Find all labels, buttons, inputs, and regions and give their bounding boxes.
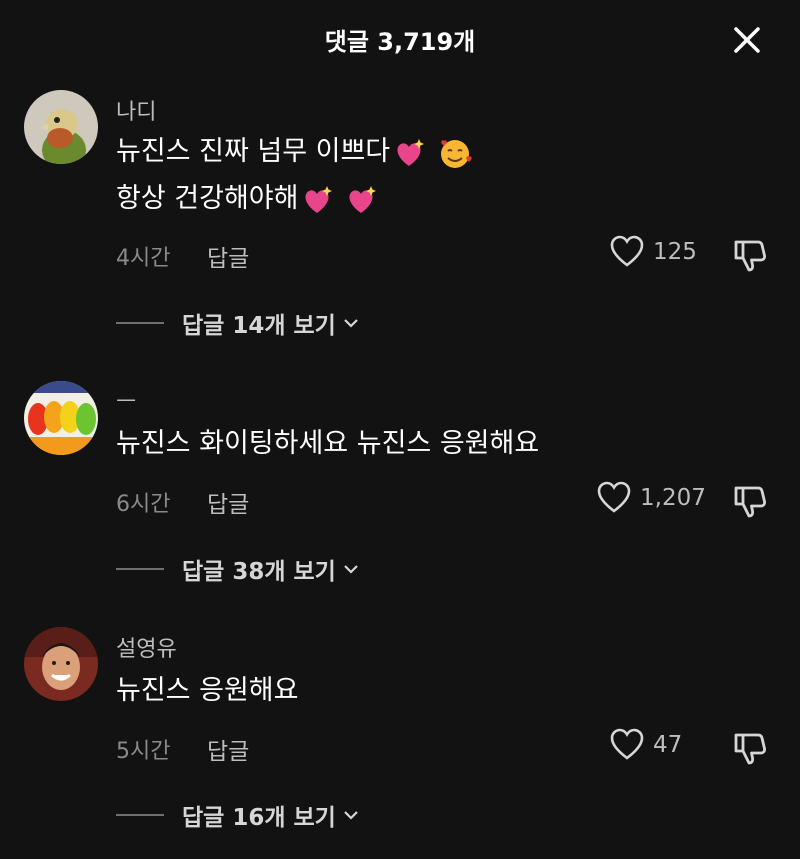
comment-line-text: 항상 건강해야해 bbox=[116, 183, 299, 214]
comment-text: 뉴진스 진짜 넘무 이쁘다 항상 건강해야해 bbox=[116, 128, 474, 222]
comment-username[interactable]: 나디 bbox=[116, 94, 156, 126]
close-icon bbox=[734, 27, 760, 53]
dislike-button[interactable] bbox=[731, 236, 769, 274]
comment-line: 뉴진스 진짜 넘무 이쁘다 bbox=[116, 128, 474, 175]
divider bbox=[116, 814, 164, 816]
comment-line-text: 뉴진스 진짜 넘무 이쁘다 bbox=[116, 136, 391, 167]
avatar[interactable] bbox=[24, 627, 98, 701]
thumbs-down-icon bbox=[734, 733, 766, 765]
view-replies-button[interactable]: 답글 16개 보기 bbox=[116, 798, 360, 832]
avatar[interactable] bbox=[24, 90, 98, 164]
comment-line: 뉴진스 응원해요 bbox=[116, 675, 299, 706]
reply-button[interactable]: 답글 bbox=[207, 732, 249, 766]
like-count: 125 bbox=[653, 239, 697, 265]
sparkling-heart-emoji-icon bbox=[349, 185, 377, 213]
sparkling-heart-emoji-icon bbox=[397, 138, 425, 166]
like-button[interactable]: 47 bbox=[609, 727, 682, 763]
view-replies-label: 답글 38개 보기 bbox=[182, 559, 336, 585]
thumbs-down-icon bbox=[734, 240, 766, 272]
comments-header: 댓글 3,719개 bbox=[0, 0, 800, 80]
comment-text: 뉴진스 응원해요 bbox=[116, 667, 298, 714]
reply-button[interactable]: 답글 bbox=[207, 239, 249, 273]
chevron-down-icon bbox=[344, 811, 358, 820]
divider bbox=[116, 322, 164, 324]
comments-title: 댓글 3,719개 bbox=[324, 28, 476, 56]
sparkling-heart-emoji-icon bbox=[305, 185, 333, 213]
like-button[interactable]: 1,207 bbox=[596, 480, 706, 516]
heart-icon bbox=[597, 481, 631, 513]
like-count: 1,207 bbox=[640, 485, 706, 511]
heart-icon bbox=[610, 728, 644, 760]
avatar[interactable] bbox=[24, 381, 98, 455]
comment-username[interactable]: ㅡ bbox=[116, 384, 136, 416]
chevron-down-icon bbox=[344, 319, 358, 328]
dislike-button[interactable] bbox=[731, 729, 769, 767]
view-replies-button[interactable]: 답글 38개 보기 bbox=[116, 552, 360, 586]
comment-username[interactable]: 설영유 bbox=[116, 631, 177, 663]
comment-line: 항상 건강해야해 bbox=[116, 175, 474, 222]
view-replies-label: 답글 16개 보기 bbox=[182, 805, 336, 831]
comment-line: 뉴진스 화이팅하세요 뉴진스 응원해요 bbox=[116, 428, 540, 459]
like-count: 47 bbox=[653, 732, 683, 758]
view-replies-label: 답글 14개 보기 bbox=[182, 313, 336, 339]
heart-icon bbox=[610, 235, 644, 267]
dislike-button[interactable] bbox=[731, 482, 769, 520]
chevron-down-icon bbox=[344, 565, 358, 574]
reply-button[interactable]: 답글 bbox=[207, 485, 249, 519]
smiling-face-with-hearts-emoji-icon bbox=[441, 139, 472, 168]
view-replies-button[interactable]: 답글 14개 보기 bbox=[116, 306, 360, 340]
comment-text: 뉴진스 화이팅하세요 뉴진스 응원해요 bbox=[116, 420, 539, 467]
comment-time: 4시간 bbox=[116, 246, 171, 271]
close-button[interactable] bbox=[729, 22, 765, 58]
divider bbox=[116, 568, 164, 570]
thumbs-down-icon bbox=[734, 486, 766, 518]
like-button[interactable]: 125 bbox=[609, 234, 697, 270]
comment-time: 6시간 bbox=[116, 492, 171, 517]
comment-time: 5시간 bbox=[116, 739, 171, 764]
